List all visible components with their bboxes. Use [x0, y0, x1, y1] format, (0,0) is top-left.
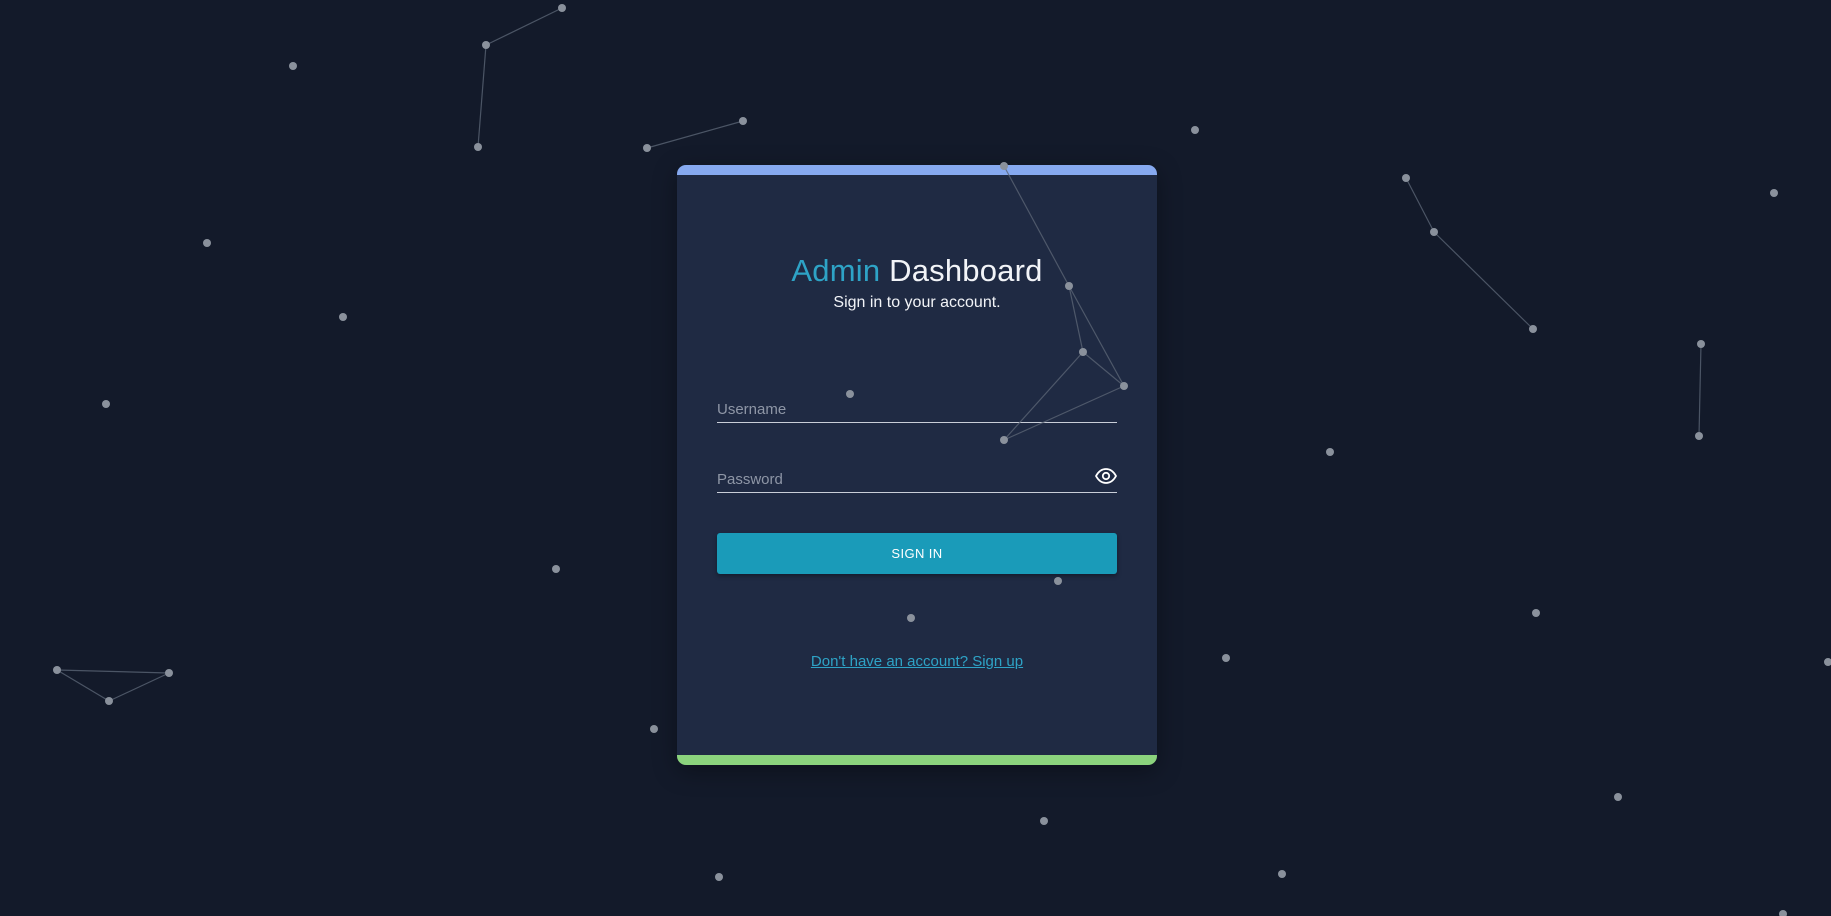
title-accent: Admin	[791, 253, 881, 288]
username-field-wrapper	[717, 392, 1117, 423]
signup-link[interactable]: Don't have an account? Sign up	[811, 653, 1023, 670]
page-title: Admin Dashboard	[677, 253, 1157, 289]
eye-icon[interactable]	[1094, 468, 1118, 484]
login-card: Admin Dashboard Sign in to your account.…	[677, 165, 1157, 765]
card-top-stripe	[677, 165, 1157, 175]
page-subtitle: Sign in to your account.	[833, 294, 1001, 311]
signup-link-container: Don't have an account? Sign up	[677, 653, 1157, 670]
password-field-wrapper	[717, 462, 1118, 493]
username-input[interactable]	[717, 401, 1077, 418]
card-bottom-stripe	[677, 755, 1157, 765]
sign-in-button[interactable]: SIGN IN	[717, 533, 1117, 574]
password-input[interactable]	[717, 471, 1077, 488]
title-main: Dashboard	[889, 253, 1043, 288]
